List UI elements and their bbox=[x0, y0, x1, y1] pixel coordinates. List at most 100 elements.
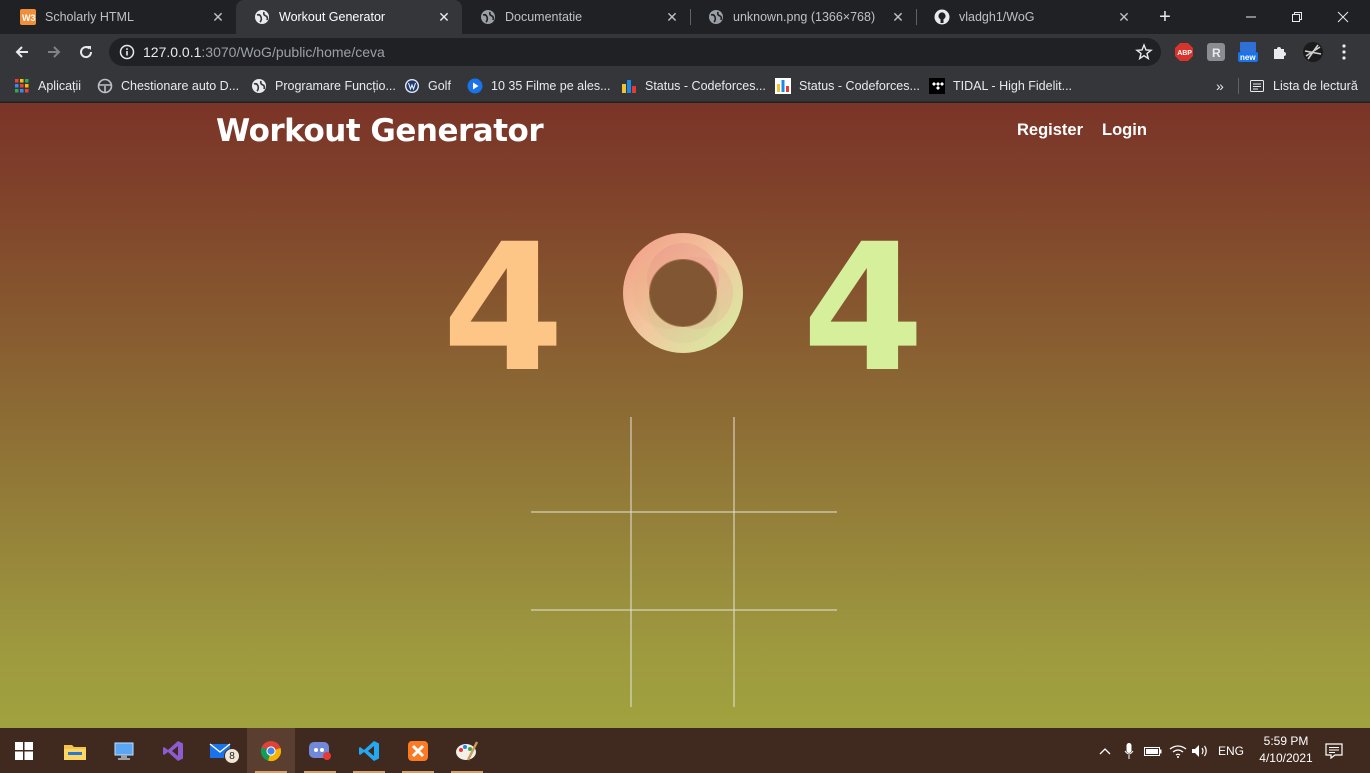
bookmark-golf[interactable]: Golf bbox=[404, 76, 451, 96]
close-icon[interactable]: ✕ bbox=[436, 9, 452, 25]
tab-scholarly-html[interactable]: W3 Scholarly HTML ✕ bbox=[2, 0, 236, 34]
svg-text:new: new bbox=[1240, 53, 1256, 62]
close-icon[interactable]: ✕ bbox=[664, 9, 680, 25]
back-button[interactable] bbox=[8, 38, 36, 66]
tab-unknown-png[interactable]: unknown.png (1366×768) ✕ bbox=[690, 0, 916, 34]
tidal-icon bbox=[929, 78, 945, 94]
tab-title: unknown.png (1366×768) bbox=[733, 10, 876, 24]
restore-icon bbox=[1292, 12, 1302, 22]
vscode-button[interactable] bbox=[345, 728, 393, 773]
bookmark-codeforces-2[interactable]: Status - Codeforces... bbox=[775, 76, 920, 96]
profile-avatar[interactable] bbox=[1302, 42, 1324, 62]
language-indicator[interactable]: ENG bbox=[1212, 728, 1250, 773]
menu-dots-icon[interactable] bbox=[1334, 42, 1354, 62]
bookmark-label: TIDAL - High Fidelit... bbox=[953, 79, 1073, 93]
mail-button[interactable]: 8 bbox=[198, 728, 246, 773]
extension-new-icon[interactable]: new bbox=[1236, 42, 1260, 62]
apps-grid-icon bbox=[14, 78, 30, 94]
mail-badge: 8 bbox=[224, 748, 240, 764]
microphone-icon[interactable] bbox=[1120, 728, 1138, 773]
globe-icon bbox=[254, 9, 270, 25]
windows-taskbar: 8 ENG 5:59 PM 4/10/2021 bbox=[0, 728, 1370, 773]
wifi-icon[interactable] bbox=[1168, 728, 1188, 773]
clock-time: 5:59 PM bbox=[1263, 734, 1309, 748]
bookmark-apps[interactable]: Aplicații bbox=[14, 76, 81, 96]
xampp-button[interactable] bbox=[394, 728, 442, 773]
globe-icon bbox=[480, 9, 496, 25]
globe-icon bbox=[708, 9, 724, 25]
file-explorer-icon bbox=[64, 744, 86, 760]
forward-button[interactable] bbox=[40, 38, 68, 66]
play-icon bbox=[467, 78, 483, 94]
tab-strip: W3 Scholarly HTML ✕ Workout Generator ✕ … bbox=[0, 0, 1370, 34]
info-icon[interactable] bbox=[119, 44, 135, 60]
reload-icon bbox=[80, 46, 93, 59]
close-icon[interactable]: ✕ bbox=[1116, 9, 1132, 25]
extension-r-icon[interactable]: R bbox=[1206, 42, 1226, 62]
chrome-button[interactable] bbox=[247, 728, 295, 773]
discord-button[interactable] bbox=[296, 728, 344, 773]
tab-title: Documentatie bbox=[505, 10, 583, 24]
reading-list-button[interactable]: Lista de lectură bbox=[1249, 76, 1358, 96]
tic-tac-toe-grid[interactable] bbox=[531, 417, 837, 707]
vw-logo-icon bbox=[404, 78, 420, 94]
bookmark-separator bbox=[1238, 78, 1239, 94]
visual-studio-button[interactable] bbox=[149, 728, 197, 773]
discord-icon bbox=[309, 741, 331, 760]
minimize-icon bbox=[1246, 16, 1256, 18]
puzzle-extensions-icon[interactable] bbox=[1270, 42, 1290, 62]
close-icon[interactable]: ✕ bbox=[890, 9, 906, 25]
bookmarks-bar: Aplicații Chestionare auto D... Programa… bbox=[0, 70, 1370, 102]
tab-vladgh1-wog[interactable]: vladgh1/WoG ✕ bbox=[916, 0, 1142, 34]
reading-list-label: Lista de lectură bbox=[1273, 79, 1358, 93]
bookmarks-overflow-button[interactable]: » bbox=[1216, 76, 1224, 96]
bookmark-tidal[interactable]: TIDAL - High Fidelit... bbox=[929, 76, 1072, 96]
site-brand[interactable]: Workout Generator bbox=[216, 113, 544, 149]
bookmark-chestionare-auto[interactable]: Chestionare auto D... bbox=[97, 76, 239, 96]
chevron-up-icon[interactable] bbox=[1096, 728, 1114, 773]
windows-start-icon bbox=[15, 741, 33, 760]
tab-workout-generator[interactable]: Workout Generator ✕ bbox=[236, 0, 462, 34]
bookmark-programare-functionala[interactable]: Programare Funcțio... bbox=[251, 76, 396, 96]
system-clock[interactable]: 5:59 PM 4/10/2021 bbox=[1254, 733, 1318, 767]
bookmark-label: Status - Codeforces... bbox=[645, 79, 766, 93]
tab-documentatie[interactable]: Documentatie ✕ bbox=[462, 0, 690, 34]
paint-button[interactable] bbox=[443, 728, 491, 773]
address-bar[interactable]: 127.0.0.1:3070/WoG/public/home/ceva bbox=[109, 38, 1161, 66]
bookmark-label: Programare Funcțio... bbox=[275, 79, 396, 93]
tab-title: Scholarly HTML bbox=[45, 10, 134, 24]
this-pc-icon bbox=[114, 742, 134, 760]
minimize-button[interactable] bbox=[1228, 0, 1274, 34]
bookmark-label: Golf bbox=[428, 79, 451, 93]
arrow-left-icon bbox=[15, 46, 28, 58]
close-icon[interactable]: ✕ bbox=[210, 9, 226, 25]
notifications-icon[interactable] bbox=[1322, 728, 1346, 773]
volume-icon[interactable] bbox=[1190, 728, 1210, 773]
svg-text:W3: W3 bbox=[22, 13, 36, 23]
restore-button[interactable] bbox=[1274, 0, 1320, 34]
bookmark-label: Aplicații bbox=[38, 79, 82, 93]
codeforces-icon bbox=[775, 78, 791, 94]
reload-button[interactable] bbox=[72, 38, 100, 66]
windows-start-button[interactable] bbox=[0, 728, 48, 773]
paint-icon bbox=[456, 740, 479, 761]
adblock-plus-icon[interactable]: ABP bbox=[1174, 42, 1194, 62]
battery-icon[interactable] bbox=[1142, 728, 1164, 773]
star-icon[interactable] bbox=[1135, 43, 1153, 61]
bookmark-filme[interactable]: 10 35 Filme pe ales... bbox=[467, 76, 611, 96]
new-tab-button[interactable]: + bbox=[1154, 6, 1176, 28]
file-explorer-button[interactable] bbox=[51, 728, 99, 773]
clock-date: 4/10/2021 bbox=[1259, 751, 1313, 765]
close-window-button[interactable] bbox=[1320, 0, 1366, 34]
browser-toolbar: 127.0.0.1:3070/WoG/public/home/ceva ABP … bbox=[0, 34, 1370, 70]
this-pc-button[interactable] bbox=[100, 728, 148, 773]
w3schools-icon: W3 bbox=[20, 9, 36, 25]
reading-list-icon bbox=[1249, 78, 1265, 94]
chrome-icon bbox=[260, 740, 281, 761]
bookmark-label: 10 35 Filme pe ales... bbox=[491, 79, 611, 93]
codeforces-icon bbox=[621, 78, 637, 94]
steering-wheel-icon bbox=[97, 78, 113, 94]
login-link[interactable]: Login bbox=[1102, 121, 1147, 140]
bookmark-codeforces-1[interactable]: Status - Codeforces... bbox=[621, 76, 766, 96]
register-link[interactable]: Register bbox=[1017, 121, 1083, 140]
